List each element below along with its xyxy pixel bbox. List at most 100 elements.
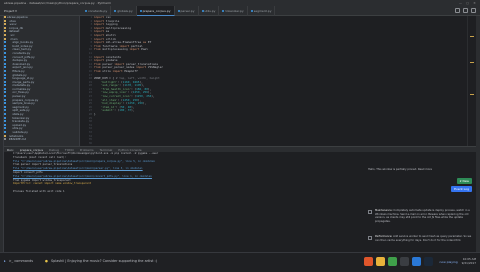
file-icon	[4, 62, 6, 65]
code-token: utils	[102, 68, 113, 73]
tab-tokenizer-py[interactable]: tokenizer.py	[219, 6, 248, 16]
tree-item-label: .venv	[7, 23, 17, 27]
notification-title: Maintenance:	[375, 209, 393, 212]
folder-icon	[4, 37, 6, 40]
tree-item-label: convert_pdfs.py	[7, 55, 35, 59]
file-icon	[4, 77, 6, 80]
code-editor[interactable]: import csv import tracpile import logging i…	[94, 16, 467, 146]
file-icon	[4, 84, 6, 87]
tab-utils-py[interactable]: utils.py	[199, 6, 220, 16]
search-icon[interactable]	[471, 8, 476, 13]
tab-label: constants.py	[88, 9, 108, 13]
tree-item-label: metadata.py	[7, 84, 31, 88]
tree-item[interactable]: README.md	[4, 138, 79, 142]
tab-constants-py[interactable]: constants.py	[82, 6, 112, 16]
code-token: VSSNagler	[147, 65, 164, 70]
tree-item-label: split_sets.py	[7, 109, 30, 113]
code-token: 'submit'	[100, 108, 115, 113]
warning-marker[interactable]	[470, 36, 474, 37]
code-token: Pool	[141, 47, 148, 52]
file-icon	[4, 48, 6, 51]
tab-label: prepare_corpus.py	[142, 9, 171, 13]
tree-item-label: README.md	[7, 138, 27, 142]
file-icon	[4, 120, 6, 123]
checkbox-icon[interactable]	[368, 236, 372, 240]
steam-icon[interactable]	[423, 257, 433, 266]
tree-item-label: dataset	[7, 30, 20, 34]
folder-icon	[4, 134, 6, 137]
panel-tab[interactable]: Terminal	[100, 148, 113, 152]
file-icon	[4, 44, 6, 47]
code-token: multiprocessing	[105, 25, 132, 30]
window-tip: Hello, This window is partially pinned. …	[368, 168, 432, 171]
file-icon	[4, 138, 6, 141]
run-icon[interactable]	[455, 8, 460, 13]
warning-marker[interactable]	[470, 62, 474, 63]
tab-prepare_corpus-py[interactable]: prepare_corpus.py	[136, 6, 175, 16]
tree-item-label: main	[7, 37, 18, 41]
folder-icon	[4, 19, 6, 22]
code-token: ),	[151, 94, 155, 99]
tree-item-label: language_id.py	[7, 77, 34, 81]
python-file-icon	[139, 10, 142, 12]
clock[interactable]: 10:05 AM 9/21/2017	[461, 257, 476, 265]
tree-item-label: tokenizer.py	[7, 116, 30, 120]
panel-tab[interactable]: Debug	[49, 148, 59, 152]
tree-item-label: align_books.py	[7, 41, 34, 45]
file-icon	[4, 116, 6, 119]
python-file-icon	[85, 10, 87, 12]
vscode-icon[interactable]	[411, 257, 421, 266]
python-file-icon	[250, 10, 253, 12]
code-token: 100, 37	[119, 108, 132, 113]
code-line: }	[94, 112, 467, 117]
terminal-icon[interactable]: ▸	[4, 259, 6, 263]
debug-icon[interactable]	[463, 8, 468, 13]
project-panel-header[interactable]: Project ▾	[0, 6, 80, 16]
python-file-icon	[201, 10, 204, 12]
commands-label[interactable]: >_ commands	[9, 259, 33, 263]
panel-tab[interactable]: prepare_corpus	[20, 148, 43, 152]
error-stripe[interactable]	[467, 16, 476, 146]
tree-item-label: parser.py	[7, 95, 26, 99]
clock-date: 9/21/2017	[461, 260, 476, 265]
project-tree: ebrew-pipeline .idea .venv corpus_db dat…	[4, 16, 80, 146]
file-icon	[4, 131, 6, 133]
tree-item-label: segment.py	[7, 105, 29, 109]
folder-icon[interactable]	[375, 257, 385, 266]
warning-marker[interactable]	[470, 94, 474, 95]
chrome-icon[interactable]	[387, 257, 397, 266]
window-title: ebrew-pipeline · dataset/src/main/python…	[4, 1, 112, 5]
bulb-icon: ●	[45, 259, 48, 263]
tree-item-label: upload.py	[7, 123, 27, 127]
run-output[interactable]: C:\Users\user\AppData\Local\Microsoft\Wi…	[4, 152, 364, 252]
tree-item-label: normalize.py	[7, 87, 31, 91]
panel-tab[interactable]: TODO	[65, 148, 74, 152]
folder-icon	[4, 30, 6, 33]
tree-item-label: export_json.py	[7, 66, 33, 70]
file-icon	[4, 51, 6, 54]
brave-icon[interactable]	[363, 257, 373, 266]
panel-tab[interactable]: Python Console	[118, 148, 141, 152]
tab-parser-py[interactable]: parser.py	[175, 6, 199, 16]
panel-tab[interactable]: Run:	[7, 148, 14, 152]
panel-tab[interactable]: Problems	[80, 148, 94, 152]
tree-item-label: clean_text.py	[7, 48, 32, 52]
folder-icon	[4, 33, 6, 36]
tab-globals-py[interactable]: globals.py	[111, 6, 137, 16]
tab-segment-py[interactable]: segment.py	[248, 6, 276, 16]
new-notifications-pill[interactable]: 2 New	[456, 178, 472, 184]
notification-item[interactable]: Performance: Add service worker to send …	[368, 235, 472, 242]
github-icon[interactable]	[399, 257, 409, 266]
file-icon	[4, 55, 6, 58]
tree-item-label: ocr_fixes.py	[7, 91, 29, 95]
now-playing-label[interactable]: now playing	[440, 260, 458, 264]
code-token: import	[112, 68, 125, 73]
tab-label: segment.py	[253, 9, 272, 13]
tab-label: utils.py	[204, 9, 216, 13]
event-log-pill[interactable]: Event Log	[451, 186, 472, 192]
tree-item-label: stats.py	[7, 113, 24, 117]
checkbox-icon[interactable]	[368, 210, 372, 214]
notification-item[interactable]: Maintenance: Completely automate update …	[368, 209, 472, 223]
file-icon	[4, 123, 6, 126]
tree-item-label: translate.py	[7, 120, 30, 124]
